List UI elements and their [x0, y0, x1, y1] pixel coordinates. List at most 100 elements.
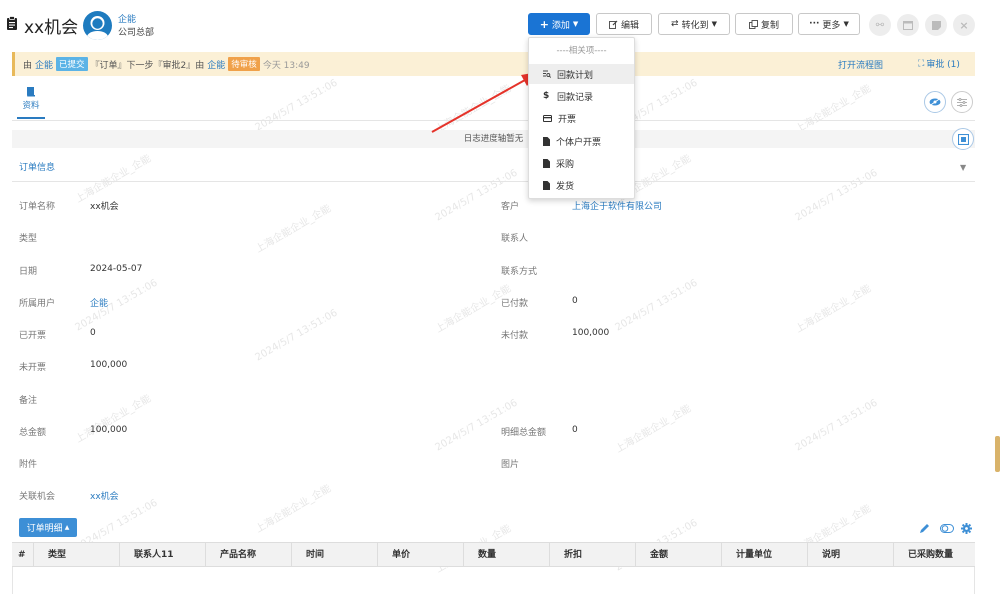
watermark-text: 上海企能企业_企能	[433, 83, 514, 136]
tab-data[interactable]: 资料	[17, 86, 45, 119]
watermark-text: 2024/5/7 13:51:06	[613, 277, 700, 334]
menu-item-label: 回款记录	[557, 92, 594, 103]
column-header[interactable]: 联系人11	[120, 543, 206, 567]
menu-item-label: 开票	[558, 114, 577, 125]
copy-button-label: 复制	[760, 20, 779, 31]
more-button-label: 更多	[822, 20, 841, 31]
column-header[interactable]: 类型	[34, 543, 120, 567]
gear-icon[interactable]	[961, 523, 972, 534]
retweet-icon: ⇄	[671, 19, 679, 29]
caret-down-icon: ▼	[572, 20, 579, 28]
banner-text: 由	[23, 60, 33, 71]
field-value-related[interactable]: xx机会	[90, 489, 119, 502]
menu-item-payment-record[interactable]: $ 回款记录	[529, 86, 634, 106]
field-value-date: 2024-05-07	[90, 264, 143, 274]
watermark-text: 上海企能企业_企能	[253, 483, 334, 536]
window-button[interactable]	[897, 14, 919, 36]
edit-button-label: 编辑	[620, 20, 639, 31]
log-timeline-bar: 日志进度轴暂无	[12, 130, 975, 148]
timeline-expand-button[interactable]	[952, 128, 974, 150]
ellipsis-icon: ···	[809, 19, 820, 29]
visibility-toggle-button[interactable]	[924, 91, 946, 113]
field-label-paid: 已付款	[501, 299, 529, 309]
section-title[interactable]: 订单信息	[19, 160, 55, 173]
column-header[interactable]: 金额	[636, 543, 722, 567]
watermark-text: 上海企能企业_企能	[73, 153, 154, 206]
field-label-invoiced: 已开票	[19, 331, 47, 341]
watermark-text: 上海企能企业_企能	[613, 403, 694, 456]
column-header[interactable]: 产品名称	[206, 543, 292, 567]
note-button[interactable]	[925, 14, 947, 36]
menu-item-label: 采购	[556, 159, 575, 170]
section-collapse-icon[interactable]: ▼	[960, 163, 966, 172]
tabs-divider	[12, 120, 975, 121]
field-label-related: 关联机会	[19, 492, 56, 502]
book-icon	[27, 87, 35, 97]
note-icon	[931, 20, 941, 30]
close-icon: ×	[959, 18, 969, 32]
field-label-owner: 所属用户	[19, 299, 56, 309]
field-value-invoiced: 0	[90, 328, 96, 338]
column-header: #	[12, 543, 34, 567]
copy-button[interactable]: 复制	[735, 13, 793, 35]
field-value-owner[interactable]: 企能	[90, 296, 108, 309]
column-header[interactable]: 计量单位	[722, 543, 808, 567]
convert-to-button[interactable]: ⇄ 转化到 ▼	[658, 13, 730, 35]
menu-item-shipment[interactable]: 发货	[529, 175, 634, 195]
banner-user-link[interactable]: 企能	[35, 58, 53, 71]
approve-link[interactable]: ⛶ 审批 (1)	[918, 57, 960, 71]
watermark-text: 上海企能企业_企能	[73, 393, 154, 446]
add-button[interactable]: + 添加 ▼	[528, 13, 590, 35]
menu-item-individual-invoice[interactable]: 个体户开票	[529, 131, 634, 151]
field-label-unpaid: 未付款	[501, 331, 529, 341]
approve-label: 审批 (1)	[926, 60, 960, 70]
caret-up-icon: ▲	[64, 524, 70, 531]
toggle-icon[interactable]	[940, 524, 954, 533]
tab-order-details-label: 订单明细	[26, 524, 63, 534]
column-header[interactable]: 已采购数量	[894, 543, 975, 567]
close-button[interactable]: ×	[953, 14, 975, 36]
field-label-customer: 客户	[501, 202, 520, 212]
column-header[interactable]: 时间	[292, 543, 378, 567]
edit-button[interactable]: 编辑	[596, 13, 652, 35]
watermark-text: 上海企能企业_企能	[793, 283, 874, 336]
watermark-text: 2024/5/7 13:51:06	[253, 77, 340, 134]
tab-order-details[interactable]: 订单明细 ▲	[19, 518, 77, 537]
open-flowchart-link[interactable]: 打开流程图	[838, 58, 883, 71]
menu-item-payment-plan[interactable]: 回款计划	[529, 64, 634, 84]
column-header[interactable]: 折扣	[550, 543, 636, 567]
image-frame-icon	[957, 133, 969, 145]
convert-button-label: 转化到	[681, 20, 709, 31]
banner-user-link[interactable]: 企能	[207, 58, 225, 71]
column-header[interactable]: 说明	[808, 543, 894, 567]
sitemap-icon: ⛶	[918, 58, 925, 69]
field-label-type: 类型	[19, 234, 38, 244]
avatar[interactable]	[83, 11, 112, 40]
more-button[interactable]: ··· 更多 ▼	[798, 13, 860, 35]
field-value-customer[interactable]: 上海企于软件有限公司	[572, 199, 662, 212]
menu-item-label: 回款计划	[557, 70, 594, 81]
scrollbar-thumb[interactable]	[995, 436, 1000, 472]
pending-badge: 待审核	[228, 57, 260, 71]
clipboard-icon	[7, 16, 17, 30]
watermark-text: 上海企能企业_企能	[793, 83, 874, 136]
watermark-text: 2024/5/7 13:51:06	[253, 307, 340, 364]
field-label-detail-total: 明细总金额	[501, 428, 547, 438]
settings-sliders-button[interactable]	[951, 91, 973, 113]
user-name-link[interactable]: 企能	[118, 12, 136, 25]
share-button[interactable]: ⚯	[869, 14, 891, 36]
plus-icon: +	[539, 17, 549, 31]
menu-item-invoice[interactable]: 开票	[529, 108, 634, 128]
menu-item-purchase[interactable]: 采购	[529, 153, 634, 173]
field-label-contact: 联系人	[501, 234, 529, 244]
pencil-icon[interactable]	[919, 523, 930, 534]
field-label-image: 图片	[501, 460, 520, 470]
dollar-icon: $	[543, 91, 550, 101]
file-icon	[543, 158, 550, 168]
column-header[interactable]: 数量	[464, 543, 550, 567]
field-value-unpaid: 100,000	[572, 328, 610, 338]
field-value-total: 100,000	[90, 425, 128, 435]
column-header[interactable]: 单价	[378, 543, 464, 567]
field-label-uninvoiced: 未开票	[19, 363, 47, 373]
user-avatar-icon	[86, 16, 109, 40]
